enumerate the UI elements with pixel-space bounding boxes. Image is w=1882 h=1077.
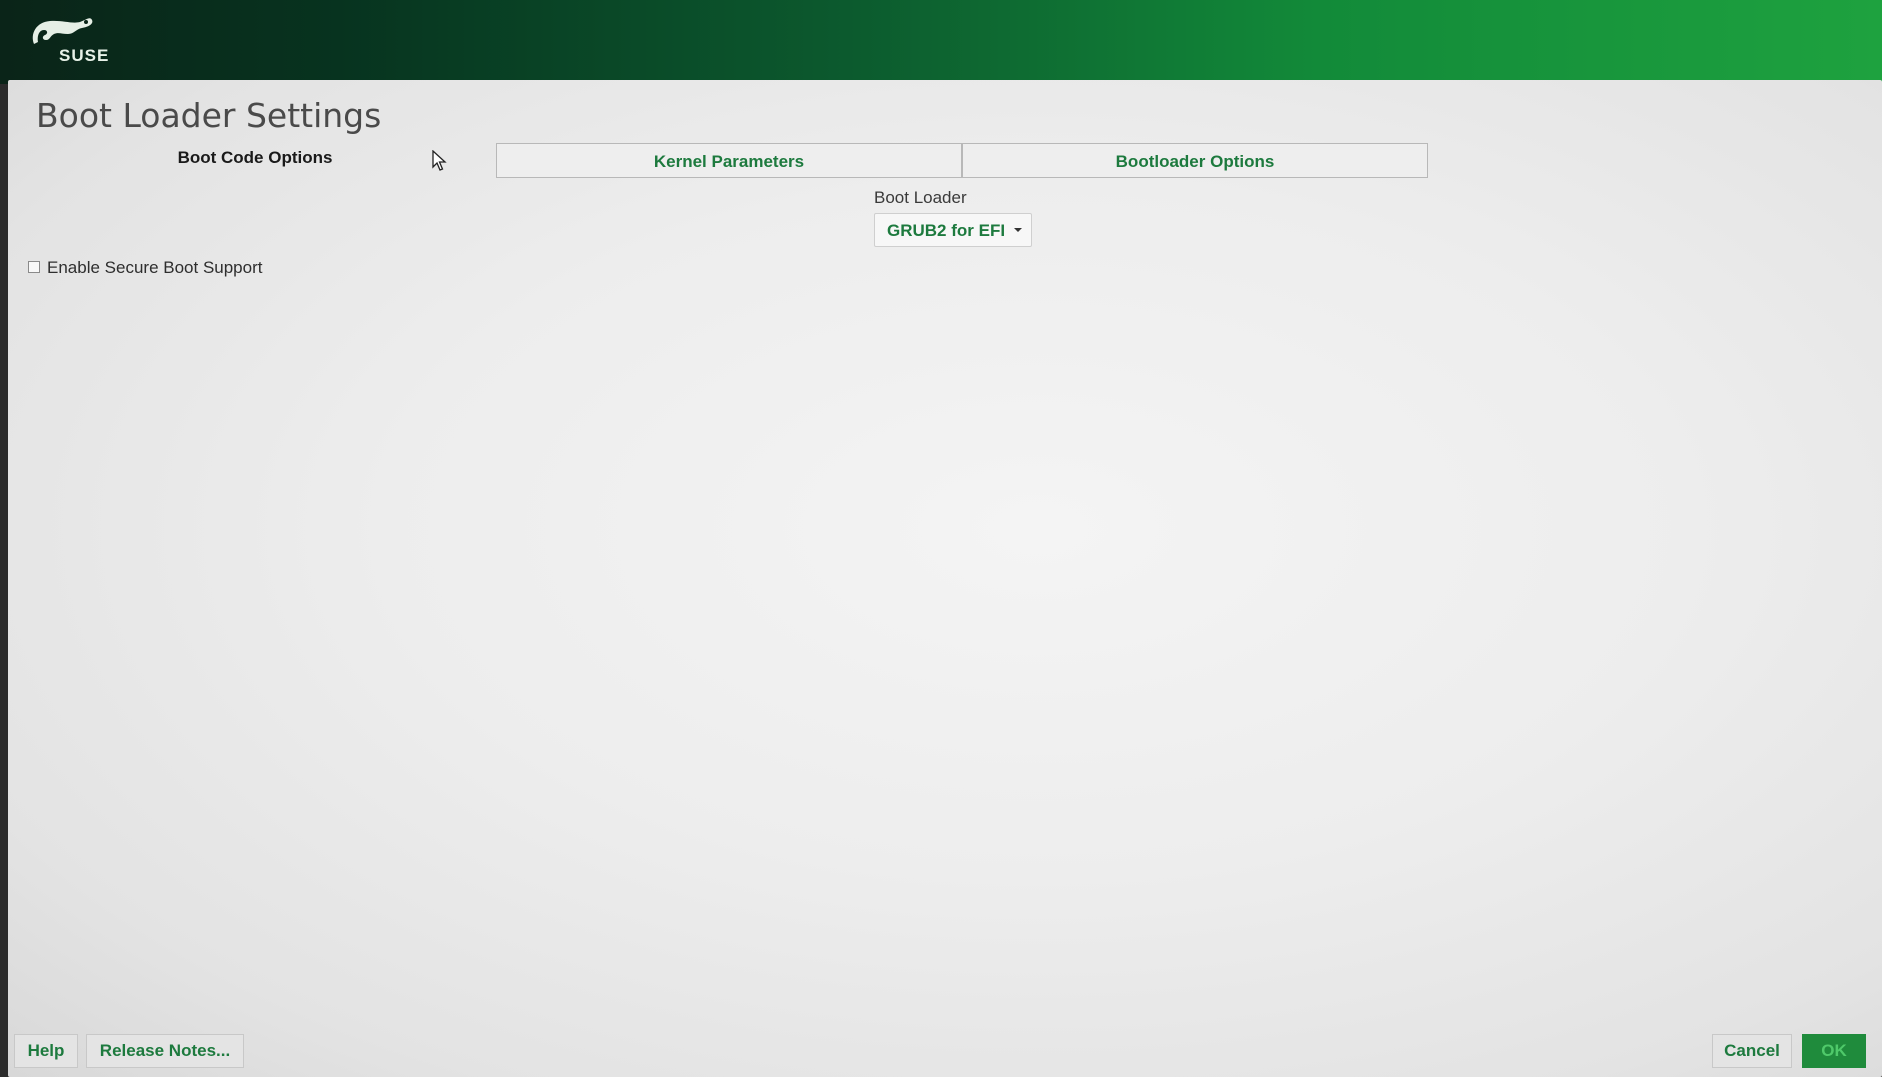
ok-button[interactable]: OK [1802, 1034, 1866, 1068]
tab-boot-code-options[interactable]: Boot Code Options [22, 140, 488, 175]
page-title: Boot Loader Settings [36, 96, 382, 135]
mouse-pointer-icon [432, 150, 447, 171]
top-banner: SUSE [0, 0, 1882, 84]
boot-loader-select[interactable]: GRUB2 for EFI [874, 213, 1032, 247]
tab-bootloader-options[interactable]: Bootloader Options [962, 143, 1428, 178]
tab-kernel-parameters[interactable]: Kernel Parameters [496, 143, 962, 178]
secure-boot-label: Enable Secure Boot Support [47, 258, 263, 277]
boot-loader-selected-value: GRUB2 for EFI [887, 221, 1006, 240]
boot-loader-label: Boot Loader [874, 188, 967, 207]
tab-bar: Boot Code Options Kernel Parameters Boot… [22, 140, 1430, 178]
brand-name: SUSE [59, 46, 110, 65]
suse-logo: SUSE [28, 12, 118, 68]
cancel-button[interactable]: Cancel [1712, 1034, 1792, 1068]
help-button[interactable]: Help [14, 1034, 78, 1068]
chevron-down-icon [1014, 228, 1022, 232]
main-panel: Boot Loader Settings Boot Code Options K… [8, 80, 1882, 1077]
secure-boot-checkbox[interactable] [28, 261, 40, 273]
release-notes-button[interactable]: Release Notes... [86, 1034, 244, 1068]
